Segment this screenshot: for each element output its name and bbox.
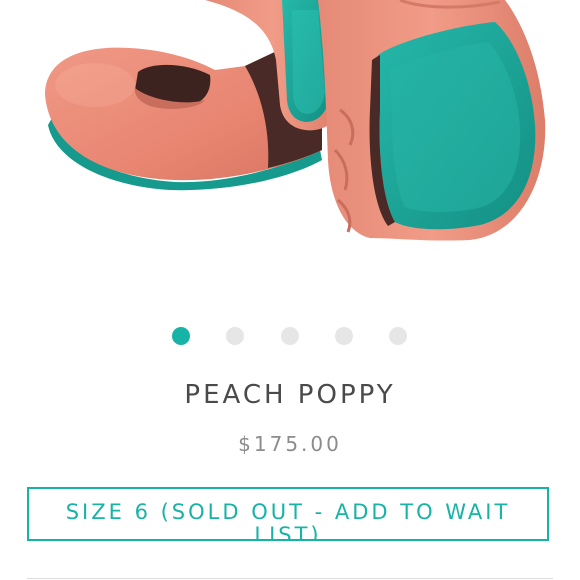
product-title: PEACH POPPY [184,380,396,410]
shoe-illustration [45,0,546,241]
product-price: $175.00 [238,432,342,456]
carousel-dot-4[interactable] [335,327,353,345]
carousel-indicators [0,327,580,347]
divider [27,578,553,579]
product-image[interactable] [0,0,580,300]
carousel-dot-2[interactable] [226,327,244,345]
carousel-dot-3[interactable] [281,327,299,345]
size-selector[interactable]: SIZE 6 (SOLD OUT - ADD TO WAIT LIST) [27,487,549,541]
carousel-dot-1[interactable] [172,327,190,345]
product-page: PEACH POPPY $175.00 SIZE 6 (SOLD OUT - A… [0,0,580,580]
carousel-dot-5[interactable] [389,327,407,345]
